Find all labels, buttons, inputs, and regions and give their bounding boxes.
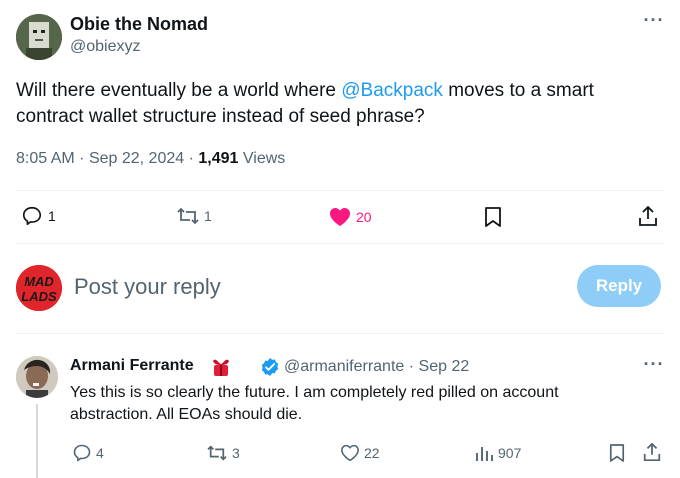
divider: [16, 243, 664, 244]
share-action[interactable]: [637, 205, 659, 227]
heart-icon: [341, 444, 359, 462]
reply-bookmark-action[interactable]: [609, 443, 625, 463]
reply-date[interactable]: Sep 22: [419, 358, 470, 375]
analytics-icon: [476, 447, 493, 461]
reply-author-avatar[interactable]: [16, 356, 58, 398]
mention-link[interactable]: @Backpack: [341, 80, 443, 101]
reply-reply-count: 4: [96, 445, 104, 461]
post-date[interactable]: Sep 22, 2024: [89, 150, 184, 167]
reply-author-handle[interactable]: @armaniferrante: [284, 358, 404, 375]
more-horizontal-icon: ···: [643, 10, 665, 30]
like-count: 20: [356, 209, 372, 225]
post-meta: 8:05 AM · Sep 22, 2024 · 1,491 Views: [16, 150, 285, 168]
author-handle[interactable]: @obiexyz: [70, 38, 141, 56]
reply-author-name[interactable]: Armani Ferrante: [70, 357, 194, 375]
divider: [16, 333, 664, 334]
reply-icon: [73, 444, 91, 462]
repost-action[interactable]: 1: [176, 206, 212, 226]
reply-views-count: 907: [498, 445, 522, 461]
reply-author-name-text: Armani Ferrante: [70, 357, 194, 374]
post-time[interactable]: 8:05 AM: [16, 150, 75, 167]
heart-icon: [330, 208, 350, 226]
avatar-logo-text: LADS: [21, 289, 57, 304]
bookmark-icon: [485, 207, 501, 227]
reply-views-action[interactable]: 907: [474, 444, 521, 462]
bookmark-icon: [609, 444, 625, 462]
post-text-start: Will there eventually be a world where: [16, 80, 342, 101]
reply-like-count: 22: [364, 445, 380, 461]
reply-repost-action[interactable]: 3: [206, 444, 240, 462]
meta-separator: ·: [79, 150, 89, 167]
repost-icon: [207, 445, 227, 461]
reply-action[interactable]: 1: [20, 205, 56, 227]
bookmark-action[interactable]: [484, 206, 502, 228]
reply-more-options-button[interactable]: ···: [642, 355, 666, 378]
reply-count: 1: [48, 208, 56, 224]
thread-line: [36, 404, 38, 478]
reply-input[interactable]: Post your reply: [74, 274, 221, 300]
repost-count: 1: [204, 208, 212, 224]
reply-icon: [22, 206, 42, 226]
share-icon: [639, 206, 657, 226]
views-count: 1,491: [198, 150, 239, 167]
meta-separator: ·: [188, 150, 199, 167]
reply-author-meta: @armaniferrante · Sep 22: [284, 358, 469, 376]
repost-icon: [177, 207, 199, 225]
reply-text: Yes this is so clearly the future. I am …: [70, 384, 559, 423]
avatar-logo-text: MAD: [24, 274, 54, 289]
divider: [16, 190, 664, 191]
share-icon: [643, 442, 661, 462]
post-text: Will there eventually be a world where @…: [16, 78, 656, 130]
author-avatar[interactable]: [16, 14, 62, 60]
reply-share-action[interactable]: [642, 442, 662, 462]
author-name[interactable]: Obie the Nomad: [70, 14, 208, 35]
reply-reply-action[interactable]: 4: [72, 443, 104, 463]
reply-button[interactable]: Reply: [577, 265, 661, 307]
views-label: Views: [242, 150, 286, 167]
reply-repost-count: 3: [232, 445, 240, 461]
more-horizontal-icon: ···: [643, 354, 665, 374]
like-action[interactable]: 20: [328, 206, 372, 228]
more-options-button[interactable]: ···: [642, 11, 666, 34]
verified-badge-icon: [260, 357, 280, 382]
current-user-avatar[interactable]: MAD LADS: [16, 265, 62, 311]
red-gift-emoji-icon: [210, 356, 232, 383]
reply-like-action[interactable]: 22: [340, 444, 380, 462]
meta-separator: ·: [408, 358, 419, 375]
